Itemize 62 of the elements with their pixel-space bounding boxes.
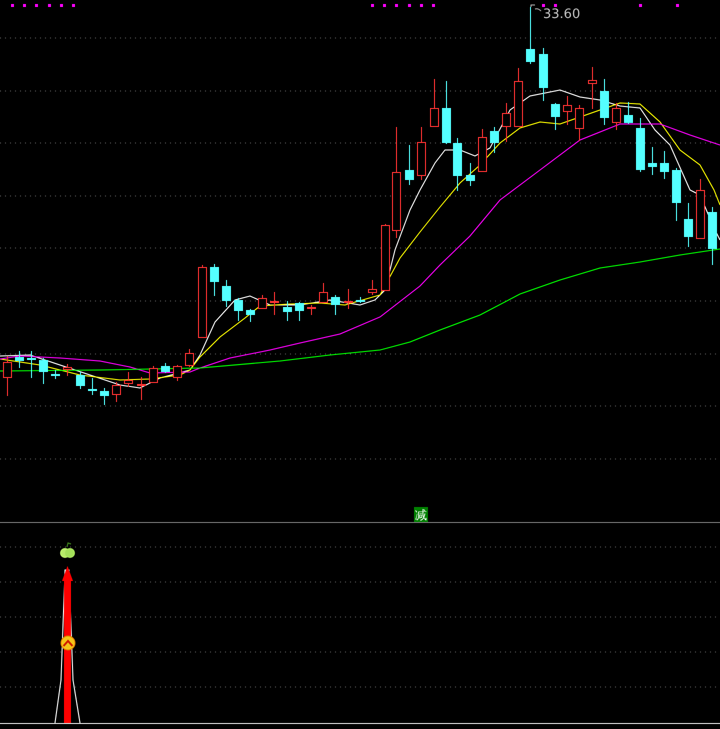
candlestick: [100, 388, 109, 406]
candlestick: [15, 350, 24, 368]
candlestick: [672, 168, 681, 222]
candlestick: [708, 206, 717, 266]
candlestick: [381, 224, 390, 292]
candlestick: [539, 48, 548, 102]
candlestick: [612, 102, 621, 130]
candlestick: [636, 118, 645, 172]
candlestick: [648, 146, 657, 176]
candlestick: [76, 372, 85, 390]
candlestick: [88, 378, 97, 396]
leader-line: [530, 4, 542, 12]
candlestick: [39, 358, 48, 384]
candlestick: [600, 78, 609, 126]
signal-label: 减: [414, 507, 428, 522]
candlestick: [417, 126, 426, 180]
candlestick: [112, 382, 121, 402]
candlestick: [430, 78, 439, 127]
candlestick: [588, 66, 597, 110]
candlestick: [344, 288, 353, 310]
candlestick: [502, 102, 511, 142]
candlestick: [210, 264, 219, 296]
candlestick: [453, 138, 462, 192]
candlestick: [331, 294, 340, 316]
candlestick: [478, 128, 487, 172]
candlestick: [696, 178, 705, 239]
candlestick: [490, 126, 499, 154]
candlestick: [161, 362, 170, 374]
candlestick: [124, 372, 133, 388]
candlestick: [222, 280, 231, 308]
candlestick: [246, 308, 255, 322]
high-price-label: 33.60: [543, 7, 580, 22]
apple-icon: [60, 542, 75, 558]
candlestick: [27, 350, 36, 378]
candlestick: [551, 102, 560, 130]
candlestick: [442, 80, 451, 144]
candlestick: [368, 280, 377, 296]
candlestick: [405, 144, 414, 186]
candlestick: [684, 202, 693, 248]
candlestick: [660, 150, 669, 180]
candlestick: [51, 370, 60, 380]
candlestick: [270, 292, 279, 316]
candlestick: [575, 104, 584, 142]
candlestick: [356, 296, 365, 304]
candlestick: [307, 304, 316, 316]
candlestick: [624, 102, 633, 124]
chevron-up-icon: [60, 636, 76, 650]
candlestick: [63, 364, 72, 376]
candlestick: [137, 376, 146, 400]
candlestick: [514, 68, 523, 127]
candlestick: [185, 348, 194, 368]
candlestick: [173, 364, 182, 382]
candlestick: [258, 294, 267, 310]
candlestick: [563, 96, 572, 126]
candlestick: [234, 298, 243, 322]
candlestick: [526, 6, 535, 64]
candlestick: [319, 282, 328, 304]
candlestick: [283, 300, 292, 322]
candlestick: [466, 162, 475, 186]
candlestick: [295, 302, 304, 322]
candlestick: [3, 356, 12, 396]
candlestick: [149, 366, 158, 384]
